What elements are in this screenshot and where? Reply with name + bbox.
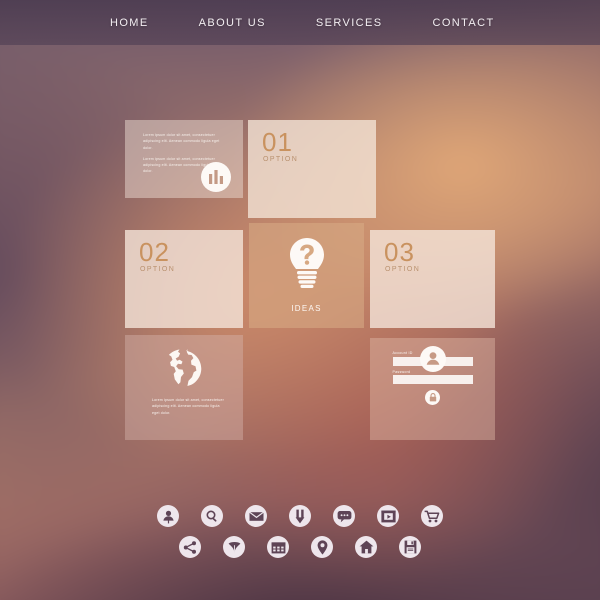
location-pin-icon[interactable]	[311, 536, 333, 558]
search-icon[interactable]	[201, 505, 223, 527]
panel-world-map[interactable]: Lorem ipsum dolor sit amet, consectetuer…	[125, 335, 243, 440]
icon-row-1	[157, 505, 443, 527]
content-grid: Lorem ipsum dolor sit amet, consectetuer…	[125, 120, 497, 445]
world-map-icon	[125, 347, 243, 389]
save-disk-icon[interactable]	[399, 536, 421, 558]
leaf-icon[interactable]	[223, 536, 245, 558]
icon-rows	[0, 505, 600, 558]
shopping-cart-icon[interactable]	[421, 505, 443, 527]
login-form: Account ID Password LOGIN	[370, 338, 495, 440]
calendar-icon[interactable]	[267, 536, 289, 558]
panel-ideas[interactable]: IDEAS	[249, 223, 364, 328]
option-02-label: OPTION	[140, 266, 176, 273]
download-arrow-icon[interactable]	[289, 505, 311, 527]
top-navigation-bar: HOME ABOUT US SERVICES CONTACT	[0, 0, 600, 45]
lightbulb-question-icon	[287, 237, 327, 294]
password-input[interactable]	[392, 375, 473, 384]
share-icon[interactable]	[179, 536, 201, 558]
bar-chart-icon	[201, 162, 231, 192]
panel-text-barchart[interactable]: Lorem ipsum dolor sit amet, consectetuer…	[125, 120, 243, 198]
ideas-content: IDEAS	[249, 237, 364, 313]
login-button[interactable]: LOGIN	[425, 390, 440, 405]
nav-list: HOME ABOUT US SERVICES CONTACT	[110, 17, 495, 29]
nav-item-services[interactable]: SERVICES	[316, 17, 383, 29]
user-avatar-icon	[419, 346, 446, 372]
lorem-paragraph-1: Lorem ipsum dolor sit amet, consectetuer…	[143, 133, 220, 150]
panel-option-01[interactable]: 01 OPTION	[248, 120, 376, 218]
lock-icon	[425, 390, 440, 405]
user-pin-icon[interactable]	[157, 505, 179, 527]
nav-item-contact[interactable]: CONTACT	[432, 17, 494, 29]
home-icon[interactable]	[355, 536, 377, 558]
ideas-label: IDEAS	[291, 304, 322, 313]
video-player-icon[interactable]	[377, 505, 399, 527]
option-03-number: 03	[384, 237, 415, 267]
option-03-label: OPTION	[385, 266, 421, 273]
option-01-label: OPTION	[263, 156, 299, 163]
world-map-caption: Lorem ipsum dolor sit amet, consectetuer…	[152, 398, 224, 415]
panel-login[interactable]: Account ID Password LOGIN	[370, 338, 495, 440]
chat-bubble-icon[interactable]	[333, 505, 355, 527]
nav-item-about-us[interactable]: ABOUT US	[199, 17, 266, 29]
nav-item-home[interactable]: HOME	[110, 17, 149, 29]
envelope-icon[interactable]	[245, 505, 267, 527]
option-02-number: 02	[139, 237, 170, 267]
option-01-number: 01	[262, 127, 293, 157]
panel-option-02[interactable]: 02 OPTION	[125, 230, 243, 328]
panel-option-03[interactable]: 03 OPTION	[370, 230, 495, 328]
icon-row-2	[179, 536, 421, 558]
